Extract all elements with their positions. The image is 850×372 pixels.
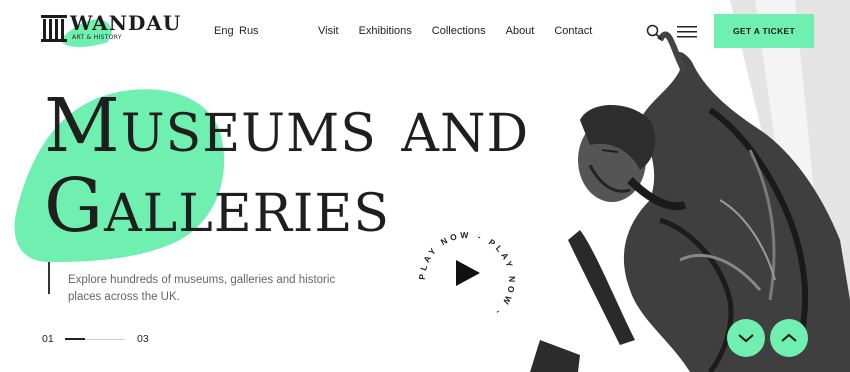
description-accent-bar (48, 262, 50, 294)
hero-title: Museums and Galleries (44, 86, 529, 246)
pager-total: 03 (137, 333, 149, 345)
play-now-button[interactable]: PLAY NOW - PLAY NOW - (412, 225, 522, 335)
nav-about[interactable]: About (506, 25, 535, 37)
search-icon[interactable] (646, 24, 662, 40)
hero-title-line-1: Museums and (44, 83, 530, 169)
main-nav: Visit Exhibitions Collections About Cont… (318, 25, 592, 37)
brand-tagline: ART & HISTORY (72, 34, 122, 41)
chevron-up-icon (781, 333, 797, 342)
brand-logo[interactable]: WANDAU ART & HISTORY (40, 12, 181, 44)
nav-collections[interactable]: Collections (432, 25, 486, 37)
get-ticket-button[interactable]: GET A TICKET (714, 14, 814, 48)
logo-columns-icon (41, 15, 67, 42)
nav-visit[interactable]: Visit (318, 25, 339, 37)
chevron-down-icon (738, 334, 754, 343)
play-icon (456, 260, 480, 286)
brand-name: WANDAU (70, 11, 182, 35)
scroll-up-button[interactable] (770, 319, 808, 357)
lang-rus[interactable]: Rus (239, 25, 259, 37)
statue-photo (520, 0, 850, 372)
hero-description: Explore hundreds of museums, galleries a… (68, 273, 336, 303)
lang-eng[interactable]: Eng (214, 25, 234, 37)
menu-icon[interactable] (677, 26, 697, 38)
pager-current: 01 (42, 333, 54, 345)
nav-contact[interactable]: Contact (554, 25, 592, 37)
pager-progress (65, 338, 85, 340)
nav-exhibitions[interactable]: Exhibitions (359, 25, 412, 37)
scroll-down-button[interactable] (727, 319, 765, 357)
